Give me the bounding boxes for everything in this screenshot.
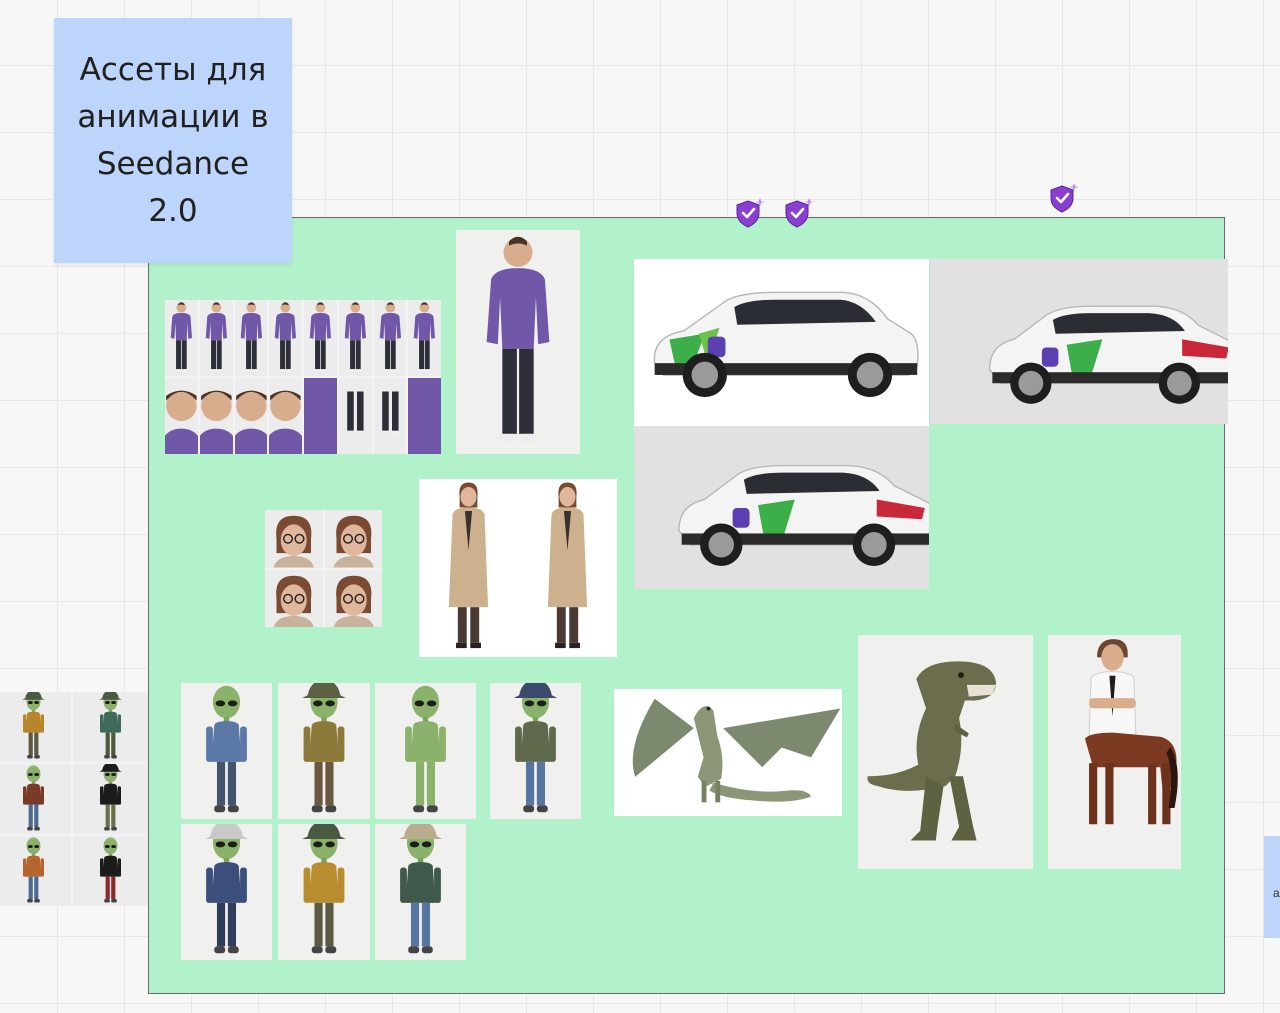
suv-car-image <box>634 259 929 426</box>
alien-silver-hat-denim[interactable] <box>181 824 272 960</box>
verified-shield-icon[interactable] <box>1048 182 1080 214</box>
woman-trench-coat-image <box>419 479 518 657</box>
suv-car-image <box>634 426 929 589</box>
man-face-image <box>269 378 302 454</box>
side-sticky-note[interactable]: a <box>1264 836 1280 938</box>
man-purple-sweater-turnaround-sheet[interactable] <box>165 300 441 454</box>
man-purple-sweater-image <box>269 300 302 376</box>
winged-dragon[interactable] <box>614 689 842 816</box>
alien-character-image <box>73 836 148 906</box>
man-purple-sweater-image <box>456 230 580 454</box>
alien-character-image <box>0 764 71 834</box>
alien-denim-jacket[interactable] <box>181 683 272 819</box>
alien-character-image <box>375 824 466 960</box>
sticky-note[interactable]: Ассеты для анимации в Seedance 2.0 <box>54 18 292 263</box>
man-purple-sweater-image <box>408 300 441 376</box>
alien-character-image <box>278 683 370 819</box>
woman-trench-coat-image <box>518 479 617 657</box>
man-purple-sweater-image <box>373 300 407 376</box>
side-sticky-note-text: a <box>1273 886 1280 900</box>
verified-shield-icon[interactable] <box>783 197 815 229</box>
woman-face-image <box>265 569 323 627</box>
dragon-image <box>614 689 842 816</box>
man-purple-sweater-image <box>234 300 268 376</box>
alien-character-image <box>73 692 148 762</box>
verified-shield-icon[interactable] <box>734 197 766 229</box>
man-purple-sweater-full-body[interactable] <box>456 230 580 454</box>
white-suv-rear-side[interactable] <box>634 426 929 589</box>
alien-plain-green[interactable] <box>375 683 476 819</box>
man-sweater-detail-image <box>408 378 441 454</box>
dinosaur-image <box>858 635 1033 869</box>
alien-character-image <box>0 692 71 762</box>
man-face-image <box>234 378 268 454</box>
man-purple-sweater-image <box>338 300 372 376</box>
man-face-image <box>199 378 233 454</box>
centaur-boy-horse[interactable] <box>1048 635 1181 869</box>
centaur-image <box>1048 635 1181 869</box>
tyrannosaurus-rex[interactable] <box>858 635 1033 869</box>
man-legs-image <box>338 378 372 454</box>
man-legs-image <box>373 378 407 454</box>
suv-car-image <box>930 259 1228 424</box>
woman-face-expressions-sheet[interactable] <box>265 510 382 627</box>
alien-character-image <box>490 683 581 819</box>
alien-bucket-hat-mustard-jacket[interactable] <box>278 824 370 960</box>
woman-face-image <box>324 510 382 568</box>
alien-cap-jacket[interactable] <box>490 683 581 819</box>
man-face-image <box>165 378 198 454</box>
alien-character-image <box>181 824 272 960</box>
alien-character-image <box>0 836 71 906</box>
sticky-note-text: Ассеты для анимации в Seedance 2.0 <box>77 51 269 229</box>
man-purple-sweater-image <box>304 300 337 376</box>
white-suv-rear-three-quarter[interactable] <box>930 259 1228 424</box>
alien-variations-sheet[interactable] <box>0 692 148 906</box>
woman-trench-coat-front-back[interactable] <box>419 479 617 657</box>
alien-character-image <box>278 824 370 960</box>
alien-bucket-hat-colorful-jacket[interactable] <box>278 683 370 819</box>
woman-face-image <box>265 510 323 568</box>
alien-character-image <box>181 683 272 819</box>
white-suv-front-side[interactable] <box>634 259 929 426</box>
man-purple-sweater-image <box>165 300 198 376</box>
alien-character-image <box>375 683 476 819</box>
man-sweater-detail-image <box>304 378 337 454</box>
man-purple-sweater-image <box>199 300 233 376</box>
woman-face-image <box>324 569 382 627</box>
alien-character-image <box>73 764 148 834</box>
alien-beanie-jacket[interactable] <box>375 824 466 960</box>
